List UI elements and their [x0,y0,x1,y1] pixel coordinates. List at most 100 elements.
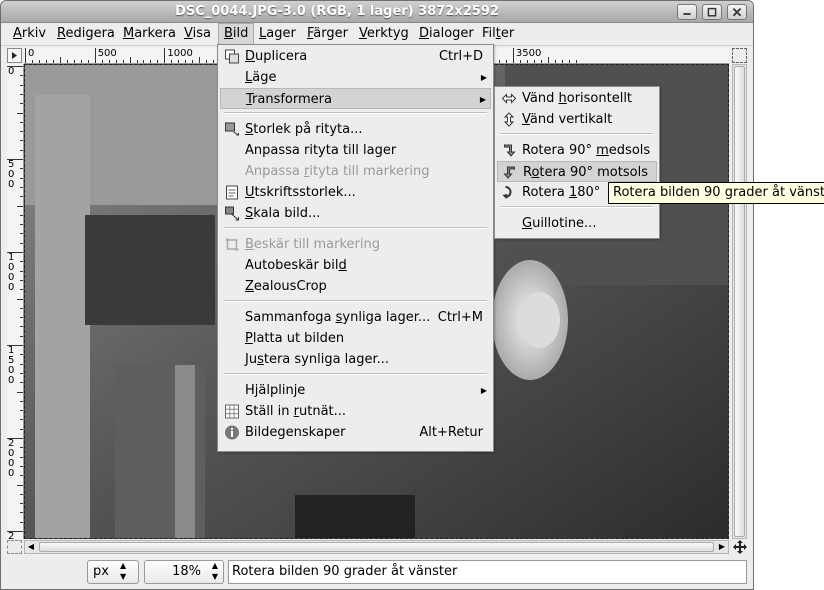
menu-item-label: Duplicera [245,49,308,64]
menu-item-hjalplinje[interactable]: Hjälplinje ▶ [220,380,491,401]
menu-verktyg[interactable]: Verktyg [354,23,414,45]
menu-item-label: Sammanfoga synliga lager... [245,310,431,325]
spin-arrows-icon: ▲ ▼ [120,561,127,581]
menu-item-anpassa-rityta-till-markering[interactable]: Anpassa rityta till markering [220,161,491,182]
menu-visa[interactable]: Visa [179,23,216,45]
submenu-arrow-icon: ▶ [480,73,487,82]
menu-item-bildegenskaper[interactable]: Bildegenskaper Alt+Retur [220,422,491,443]
menu-item-sammanfoga-synliga-lager[interactable]: Sammanfoga synliga lager... Ctrl+M [220,307,491,328]
menu-item-rotera-90-medsols[interactable]: Rotera 90° medsols [497,140,657,161]
menu-item-lage[interactable]: Läge ▶ [220,67,491,88]
menu-item-utskriftsstorlek[interactable]: Utskriftsstorlek... [220,182,491,203]
menu-item-label: Justera synliga lager... [245,352,390,367]
menu-bild[interactable]: Bild [218,23,255,45]
vertical-scroll-thumb[interactable] [734,66,745,537]
submenu-arrow-icon: ▶ [479,95,486,104]
vertical-scrollbar[interactable] [732,64,747,539]
menu-item-zealouscrop[interactable]: ZealousCrop [220,276,491,297]
scroll-right-arrow-icon[interactable]: ▶ [716,541,728,553]
menu-item-vand-horisontellt[interactable]: Vänd horisontellt [497,88,657,109]
menu-item-label: Bildegenskaper [245,425,346,440]
v-ruler-tick: 500 [7,159,23,190]
horizontal-scroll-thumb[interactable] [39,542,714,552]
spin-arrows-icon: ▲ ▼ [211,561,218,581]
minimize-icon [683,13,691,15]
menu-item-label: Platta ut bilden [245,331,345,346]
submenu-arrow-icon: ▶ [480,386,487,395]
menu-item-beskar-till-markering[interactable]: Beskär till markering [220,234,491,255]
menu-item-skala-bild[interactable]: Skala bild... [220,203,491,224]
menu-item-accelerator: Ctrl+D [438,49,483,64]
h-ruler-tick: 0 [25,48,34,63]
menu-item-guillotine[interactable]: Guillotine... [497,213,657,234]
menu-item-platta-ut-bilden[interactable]: Platta ut bilden [220,328,491,349]
menu-item-label: Beskär till markering [245,237,380,252]
zoom-value: 18% [172,564,201,579]
menu-item-autobeskar-bild[interactable]: Autobeskär bild [220,255,491,276]
zoom-selector[interactable]: 18% ▲ ▼ [144,560,224,584]
zoom-to-fit-button[interactable] [732,48,747,63]
vertical-ruler[interactable]: 05001000150020002500 [7,64,24,539]
ruler-corner-button[interactable] [7,48,22,63]
menu-farger[interactable]: Färger [302,23,353,45]
menu-separator [224,300,487,302]
menu-arrow-icon [12,52,17,59]
menu-item-vand-vertikalt[interactable]: Vänd vertikalt [497,109,657,130]
rotate-ccw-icon [503,166,515,179]
h-ruler-tick: 500 [94,48,117,63]
menu-item-label: Vänd vertikalt [522,112,613,127]
menu-item-label: Utskriftsstorlek... [245,185,356,200]
menu-item-transformera[interactable]: Transformera ▶ [220,88,491,109]
status-bar: px ▲ ▼ 18% ▲ ▼ Rotera bilden 90 grader åt … [1,557,753,589]
print-size-icon [226,185,238,200]
menu-item-label: Transformera [246,92,332,107]
menu-separator [501,133,653,135]
menu-item-label: Ställ in rutnät... [245,404,347,419]
menu-item-label: ZealousCrop [245,279,327,294]
scroll-left-arrow-icon[interactable]: ◀ [25,541,37,553]
close-button[interactable] [727,4,747,20]
v-ruler-tick: 2500 [7,531,23,539]
rotate-cw-icon [504,144,516,157]
title-bar[interactable]: DSC_0044.JPG-3.0 (RGB, 1 lager) 3872x259… [1,1,753,23]
maximize-button[interactable] [702,4,722,20]
menu-arkiv[interactable]: Arkiv [8,23,51,45]
menu-bar: Arkiv Redigera Markera Visa Bild Lager Färger V… [1,23,753,46]
menu-item-label: Storlek på rityta... [245,122,363,137]
unit-value: px [93,564,109,579]
horizontal-scrollbar[interactable]: ◀ ▶ [24,540,729,554]
menu-item-label: Vänd horisontellt [522,91,633,106]
menu-separator [501,206,653,208]
menu-item-label: Skala bild... [245,206,321,221]
grid-icon [225,404,239,419]
menu-item-duplicera[interactable]: Duplicera Ctrl+D [220,46,491,67]
navigate-icon[interactable] [732,539,748,555]
menu-item-storlek-pa-rityta[interactable]: Storlek på rityta... [220,119,491,140]
menu-item-label: Rotera 180° [522,185,601,200]
menu-item-justera-synliga-lager[interactable]: Justera synliga lager... [220,349,491,370]
menu-item-label: Autobeskär bild [245,258,347,273]
menu-redigera[interactable]: Redigera [52,23,120,45]
menu-lager[interactable]: Lager [254,23,301,45]
menu-markera[interactable]: Markera [118,23,181,45]
menu-item-rotera-90-motsols[interactable]: Rotera 90° motsols [497,161,657,182]
info-icon [225,425,239,440]
menu-item-label: Anpassa rityta till markering [245,164,430,179]
menu-item-stall-in-rutnat[interactable]: Ställ in rutnät... [220,401,491,422]
unit-selector[interactable]: px ▲ ▼ [87,560,139,584]
close-icon [732,7,742,17]
menu-item-anpassa-rityta-till-lager[interactable]: Anpassa rityta till lager [220,140,491,161]
window-title: DSC_0044.JPG-3.0 (RGB, 1 lager) 3872x259… [175,4,499,19]
flip-horizontal-icon [501,93,517,104]
canvas-size-icon [225,122,239,136]
menu-dialoger[interactable]: Dialoger [414,23,479,45]
image-menu: Duplicera Ctrl+D Läge ▶ Transformera ▶ Storlek… [217,44,494,452]
quick-mask-toggle[interactable] [7,540,22,554]
menu-item-label: Läge [245,70,277,85]
rotate-180-icon [502,186,512,199]
flip-vertical-icon [503,112,515,127]
menu-filter[interactable]: Filter [477,23,519,45]
tooltip: Rotera bilden 90 grader åt vänster [608,182,824,204]
minimize-button[interactable] [677,4,697,20]
menu-item-label: Hjälplinje [245,383,306,398]
